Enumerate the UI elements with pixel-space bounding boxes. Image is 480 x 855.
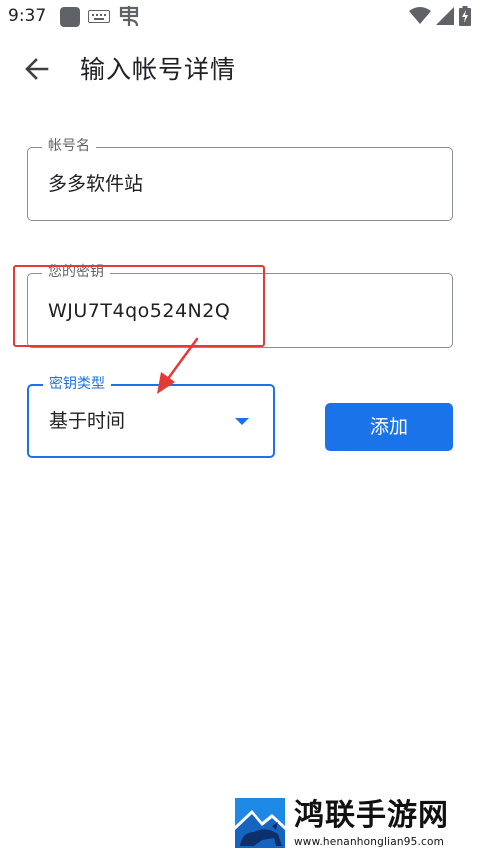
keyboard-icon: [88, 10, 110, 23]
key-type-label: 密钥类型: [43, 376, 111, 392]
annotation-arrow-icon: [157, 337, 199, 394]
app-square-icon: [60, 7, 80, 27]
add-button[interactable]: 添加: [325, 403, 453, 451]
status-bar: 9:37: [0, 0, 480, 34]
arrow-drop-down-icon[interactable]: [235, 418, 249, 425]
key-type-value: 基于时间: [49, 410, 126, 432]
battery-charging-icon: [459, 6, 471, 26]
account-name-value: 多多软件站: [48, 173, 144, 195]
page-title: 输入帐号详情: [80, 55, 237, 84]
watermark-logo-icon: [232, 796, 288, 850]
signal-icon: [436, 7, 454, 25]
bug-icon: [118, 4, 140, 33]
account-name-field[interactable]: 帐号名 多多软件站: [27, 138, 453, 221]
watermark-title: 鸿联手游网: [294, 798, 449, 833]
arrow-left-icon[interactable]: [22, 54, 52, 84]
status-time: 9:37: [8, 6, 47, 26]
watermark: 鸿联手游网 www.henanhonglian95.com: [232, 796, 476, 852]
annotation-highlight-box: [13, 265, 265, 347]
wifi-icon: [409, 7, 431, 24]
watermark-url: www.henanhonglian95.com: [294, 836, 445, 848]
account-name-label: 帐号名: [42, 138, 96, 154]
